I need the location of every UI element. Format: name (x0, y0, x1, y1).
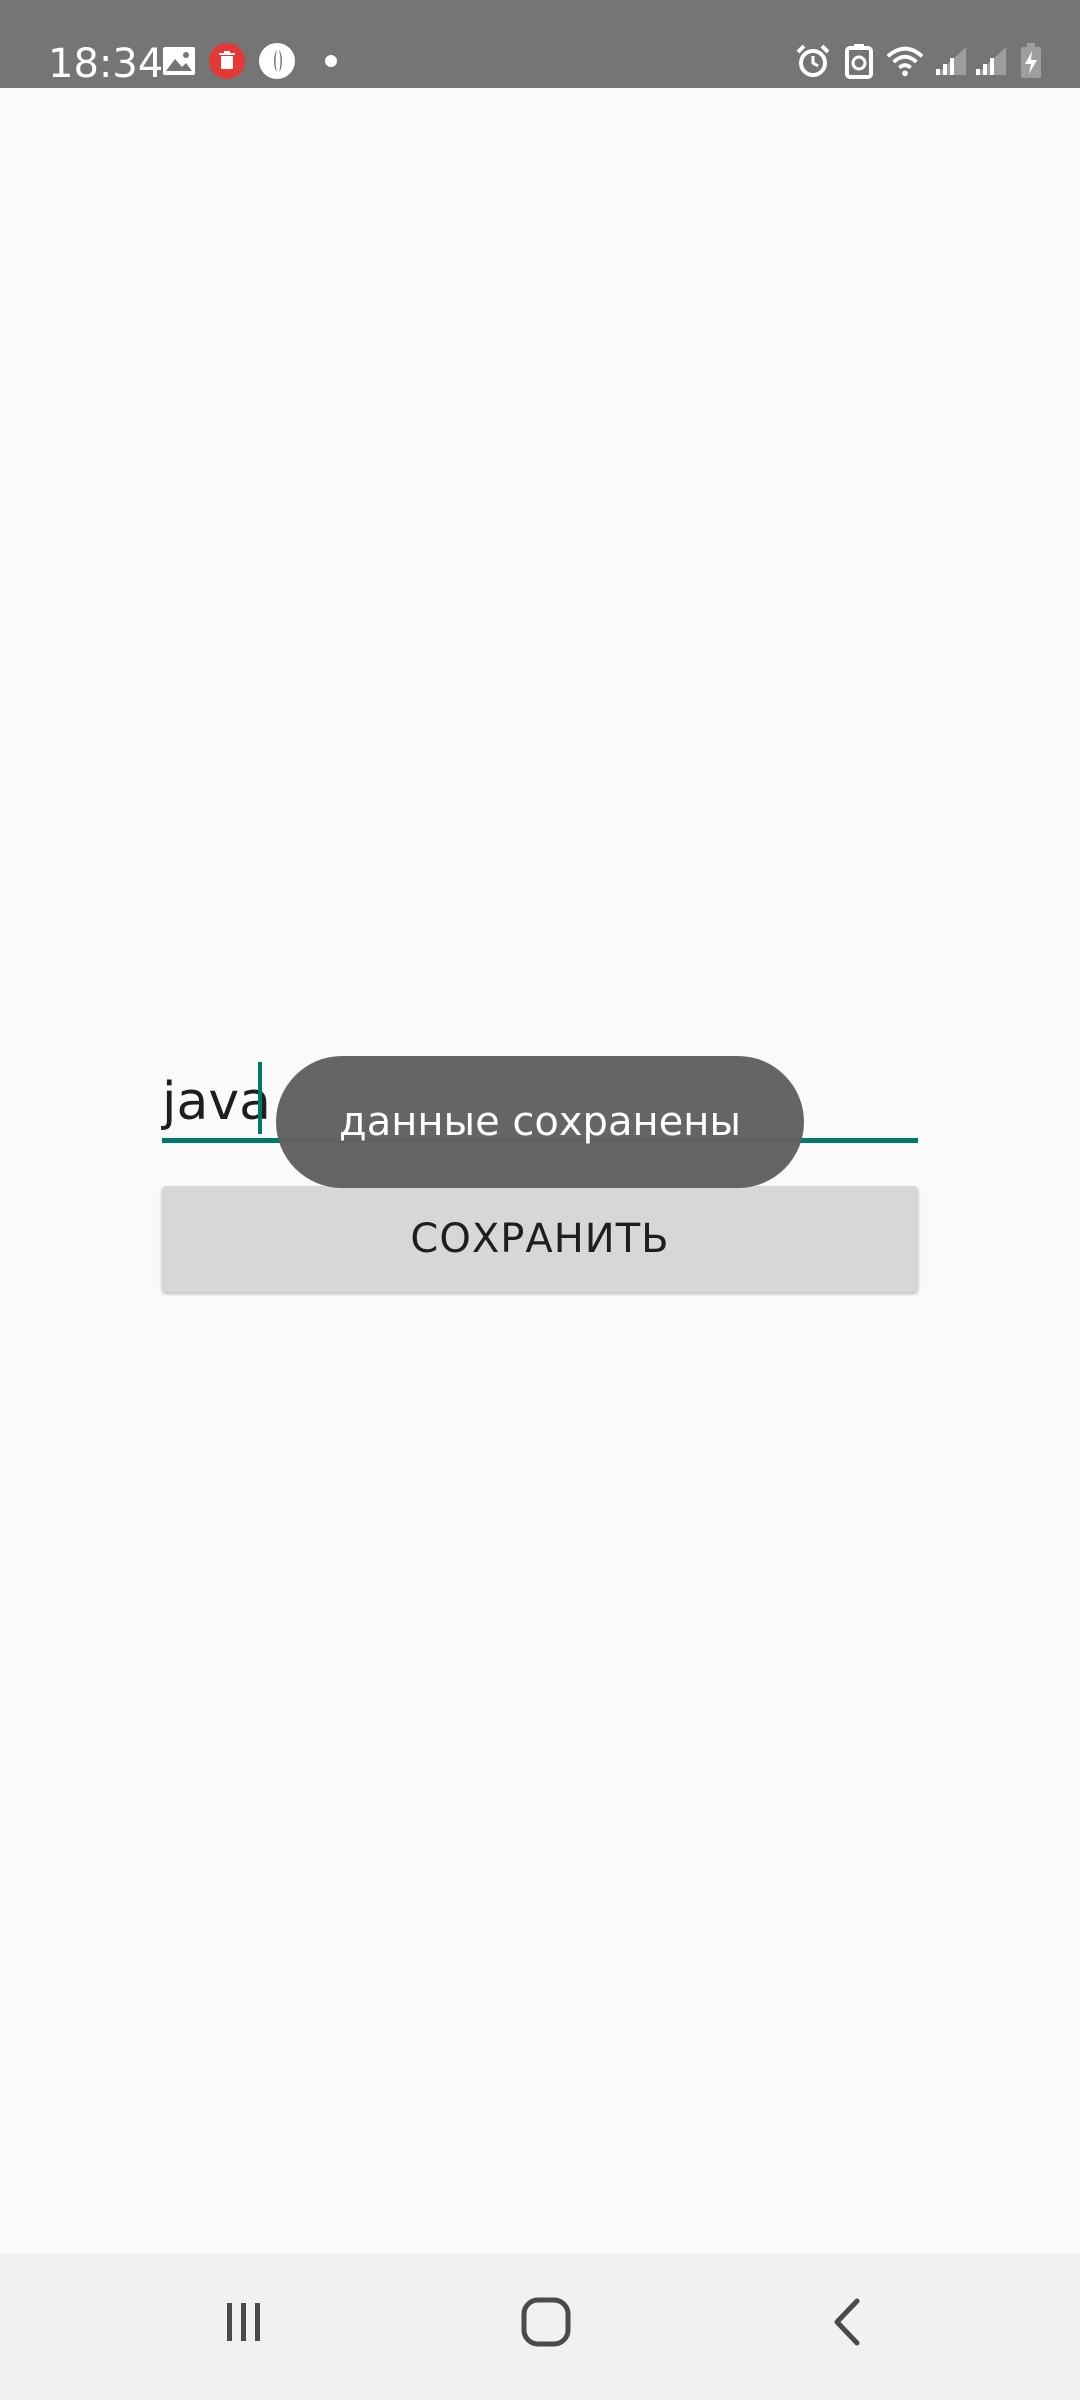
navigation-bar (0, 2254, 1080, 2400)
home-button[interactable] (486, 2274, 606, 2374)
recent-apps-icon (219, 2297, 269, 2352)
text-cursor (258, 1062, 262, 1134)
dot-icon (312, 42, 350, 80)
back-button[interactable] (788, 2274, 908, 2374)
recent-apps-button[interactable] (184, 2274, 304, 2374)
toast-message: данные сохранены (276, 1056, 804, 1188)
battery-charging-icon (1012, 42, 1050, 80)
status-time: 18:34 (48, 41, 164, 87)
input-value: java (162, 1072, 271, 1132)
signal-icon (932, 42, 970, 80)
toast-text: данные сохранены (339, 1099, 741, 1145)
back-icon (823, 2295, 873, 2354)
alarm-icon (794, 42, 832, 80)
battery-saver-icon (840, 42, 878, 80)
shield-icon (258, 42, 296, 80)
save-button[interactable]: СОХРАНИТЬ (162, 1186, 918, 1292)
signal-icon (972, 42, 1010, 80)
home-icon (519, 2295, 573, 2354)
image-icon (160, 42, 198, 80)
wifi-icon (886, 42, 924, 80)
app-screen: 18:34 java СОХРАНИТЬ данные сохранены (0, 0, 1080, 2400)
status-bar: 18:34 (0, 0, 1080, 88)
trash-badge-icon (208, 42, 246, 80)
